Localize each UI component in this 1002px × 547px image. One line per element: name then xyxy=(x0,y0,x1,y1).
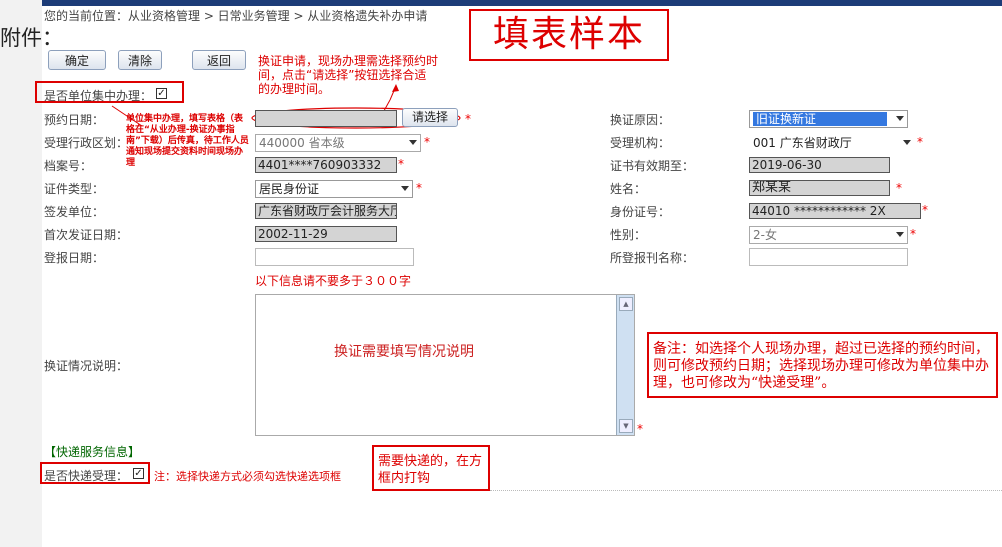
chevron-down-icon xyxy=(896,116,904,121)
issuer-label: 签发单位： xyxy=(44,205,105,219)
valid-until-label: 证书有效期至： xyxy=(610,159,695,173)
appt-date-field[interactable] xyxy=(255,110,397,127)
file-no-label: 档案号： xyxy=(44,159,93,173)
unit-tip-annotation: 单位集中办理，填写表格（表格在“从业办理-换证办事指南”下载）后传真，待工作人员… xyxy=(126,114,249,168)
id-no-label: 身份证号： xyxy=(610,205,671,219)
chevron-down-icon xyxy=(903,140,911,145)
explain-textarea-hint: 换证需要填写情况说明 xyxy=(334,344,474,360)
express-checkbox[interactable]: ✓ xyxy=(133,468,144,479)
appt-date-label: 预约日期： xyxy=(44,113,105,127)
required-mark: * xyxy=(416,181,422,195)
scroll-down-icon[interactable]: ▼ xyxy=(619,419,633,433)
express-note: 注：选择快递方式必须勾选快递选项框 xyxy=(154,470,341,483)
newspaper-label: 所登报刊名称： xyxy=(610,251,695,265)
file-no-field[interactable]: 4401****760903332 xyxy=(255,157,397,173)
explain-textarea[interactable]: 换证需要填写情况说明 ▲ ▼ xyxy=(255,294,635,436)
name-field[interactable]: 郑某某 xyxy=(749,180,890,196)
remark-annotation: 备注：如选择个人现场办理，超过已选择的预约时间，则可修改预约日期；选择现场办理可… xyxy=(647,332,998,398)
express-section-title: 【快递服务信息】 xyxy=(44,445,141,459)
explain-label: 换证情况说明： xyxy=(44,359,129,373)
id-no-field[interactable]: 44010 ************ 2X xyxy=(749,203,921,219)
required-mark: * xyxy=(465,112,471,126)
first-issue-field[interactable]: 2002-11-29 xyxy=(255,226,397,242)
required-mark: * xyxy=(922,203,928,217)
required-mark: * xyxy=(637,422,643,436)
reason-select[interactable]: 旧证换新证 xyxy=(749,110,908,128)
char-limit-note: 以下信息请不要多于３００字 xyxy=(255,274,412,288)
agency-select[interactable]: 001 广东省财政厅 xyxy=(749,134,915,152)
reason-label: 换证原因： xyxy=(610,113,671,127)
chevron-down-icon xyxy=(896,232,904,237)
required-mark: * xyxy=(910,227,916,241)
register-date-field[interactable] xyxy=(255,248,414,266)
required-mark: * xyxy=(917,135,923,149)
gender-select-value: 2-女 xyxy=(753,228,777,242)
renew-tip-arrow-head xyxy=(392,84,399,92)
region-select[interactable]: 440000 省本级 xyxy=(255,134,421,152)
annotation-arrows xyxy=(111,84,461,129)
express-tip-annotation: 需要快递的，在方框内打钩 xyxy=(372,445,490,491)
textarea-scrollbar[interactable]: ▲ ▼ xyxy=(616,295,634,435)
first-issue-label: 首次发证日期： xyxy=(44,228,129,242)
agency-select-value: 001 广东省财政厅 xyxy=(753,136,852,150)
choose-appt-button[interactable]: 请选择 xyxy=(402,108,458,127)
issuer-field[interactable]: 广东省财政厅会计服务大厅 xyxy=(255,203,397,219)
gender-select[interactable]: 2-女 xyxy=(749,226,908,244)
register-date-label: 登报日期： xyxy=(44,251,105,265)
gender-label: 性别： xyxy=(610,228,647,242)
chevron-down-icon xyxy=(401,186,409,191)
newspaper-field[interactable] xyxy=(749,248,908,266)
required-mark: * xyxy=(424,135,430,149)
agency-label: 受理机构： xyxy=(610,136,671,150)
region-label: 受理行政区划： xyxy=(44,136,129,150)
id-type-select[interactable]: 居民身份证 xyxy=(255,180,413,198)
name-label: 姓名： xyxy=(610,182,647,196)
reason-select-value: 旧证换新证 xyxy=(753,112,887,126)
valid-until-field[interactable]: 2019-06-30 xyxy=(749,157,890,173)
scroll-up-icon[interactable]: ▲ xyxy=(619,297,633,311)
required-mark: * xyxy=(398,157,404,171)
id-type-select-value: 居民身份证 xyxy=(259,182,320,196)
chevron-down-icon xyxy=(409,140,417,145)
express-label: 是否快递受理： xyxy=(44,469,129,483)
id-type-label: 证件类型： xyxy=(44,182,105,196)
divider xyxy=(490,490,1002,491)
region-select-value: 440000 省本级 xyxy=(259,136,345,150)
required-mark: * xyxy=(896,181,902,195)
